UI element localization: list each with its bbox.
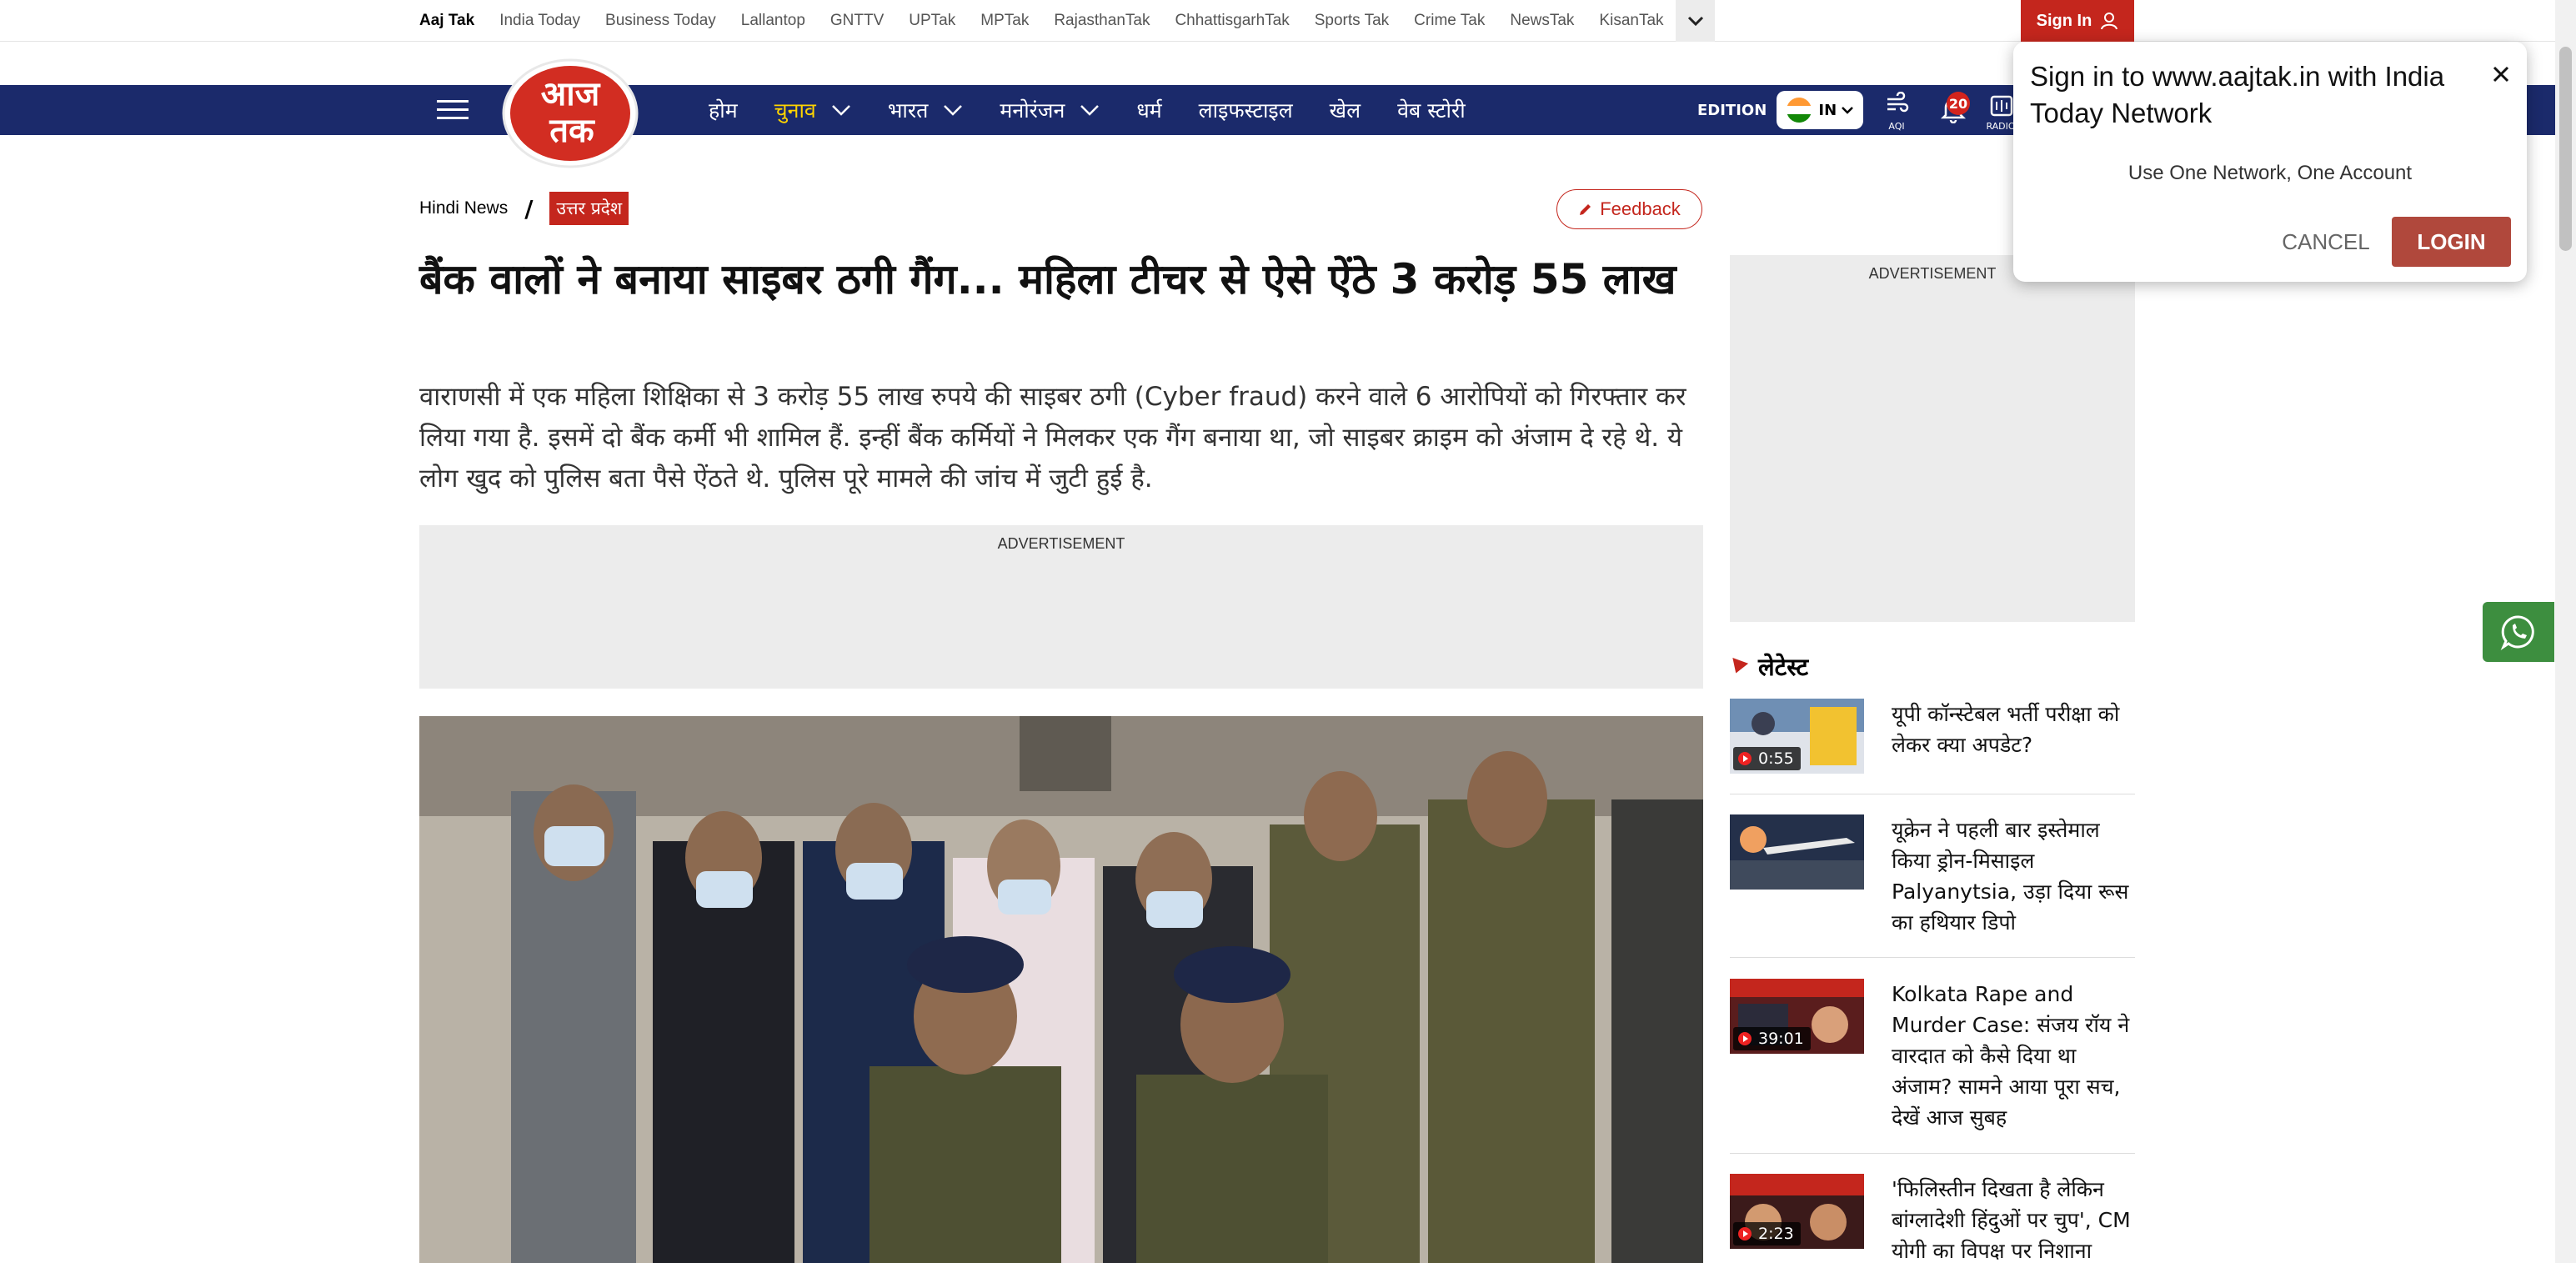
network-link[interactable]: Aaj Tak xyxy=(419,12,474,30)
network-link[interactable]: MPTak xyxy=(980,12,1029,30)
hamburger-menu-icon[interactable] xyxy=(437,100,469,120)
popup-subtitle: Use One Network, One Account xyxy=(2127,162,2413,184)
breadcrumb: Hindi News / उत्तर प्रदेश xyxy=(419,188,629,229)
chevron-down-icon xyxy=(1080,105,1100,116)
network-link[interactable]: ChhattisgarhTak xyxy=(1175,12,1289,30)
sign-in-button[interactable]: Sign In xyxy=(2021,0,2134,42)
network-link[interactable]: KisanTak xyxy=(1599,12,1663,30)
nav-item-entertainment[interactable]: मनोरंजन xyxy=(1000,96,1100,124)
news-thumbnail[interactable] xyxy=(1730,814,1864,890)
latest-section-title: लेटेस्ट xyxy=(1727,650,1809,683)
network-link[interactable]: RajasthanTak xyxy=(1054,12,1150,30)
latest-news-item[interactable]: 0:55 यूपी कॉन्स्टेबल भर्ती परीक्षा को ले… xyxy=(1730,699,2135,794)
radio-icon xyxy=(1990,95,2013,117)
latest-news-item[interactable]: 2:23 'फिलिस्तीन दिखता है लेकिन बांग्लादे… xyxy=(1730,1174,2135,1263)
close-icon[interactable] xyxy=(2488,62,2513,87)
breadcrumb-separator: / xyxy=(524,194,534,223)
news-title[interactable]: 'फिलिस्तीन दिखता है लेकिन बांग्लादेशी हि… xyxy=(1892,1174,2137,1263)
page-scrollbar[interactable] xyxy=(2555,0,2576,1263)
nav-item-sports[interactable]: खेल xyxy=(1330,96,1361,124)
network-link[interactable]: Sports Tak xyxy=(1315,12,1389,30)
video-duration-badge: 39:01 xyxy=(1733,1027,1811,1050)
aqi-icon xyxy=(1887,91,1909,113)
play-icon xyxy=(1738,1032,1752,1045)
article-summary: वाराणसी में एक महिला शिक्षिका से 3 करोड़… xyxy=(419,382,1686,494)
aqi-label: AQI xyxy=(1888,121,1905,132)
svg-text:तक: तक xyxy=(549,112,595,150)
news-title[interactable]: Kolkata Rape and Murder Case: संजय रॉय न… xyxy=(1892,979,2137,1133)
news-title[interactable]: यूपी कॉन्स्टेबल भर्ती परीक्षा को लेकर क्… xyxy=(1892,699,2137,760)
whatsapp-share-button[interactable] xyxy=(2483,602,2554,662)
cancel-button[interactable]: CANCEL xyxy=(2272,217,2380,267)
network-link[interactable]: Crime Tak xyxy=(1414,12,1485,30)
edition-value: IN xyxy=(1818,101,1837,119)
nav-item-elections[interactable]: चुनाव xyxy=(774,96,851,124)
network-link[interactable]: NewsTak xyxy=(1510,12,1574,30)
notification-count-badge: 20 xyxy=(1947,92,1970,115)
advertisement-slot[interactable]: ADVERTISEMENT xyxy=(419,525,1703,689)
network-link[interactable]: India Today xyxy=(499,12,580,30)
network-link[interactable]: Business Today xyxy=(605,12,716,30)
nav-items: होम चुनाव भारत मनोरंजन धर्म लाइफस्टाइल ख… xyxy=(709,85,1502,135)
section-marker-icon xyxy=(1727,657,1749,676)
nav-item-lifestyle[interactable]: लाइफस्टाइल xyxy=(1199,96,1293,124)
sidebar-advertisement-slot[interactable]: ADVERTISEMENT xyxy=(1730,255,2135,622)
login-button[interactable]: LOGIN xyxy=(2392,217,2511,267)
popup-title: Sign in to www.aajtak.in with India Toda… xyxy=(2030,61,2445,128)
latest-news-item[interactable]: यूक्रेन ने पहली बार इस्तेमाल किया ड्रोन-… xyxy=(1730,814,2135,958)
play-icon xyxy=(1738,752,1752,765)
chevron-down-icon xyxy=(831,105,850,116)
advertisement-label: ADVERTISEMENT xyxy=(1868,265,1997,282)
radio-label: RADIO xyxy=(1986,121,2016,132)
nav-item-home[interactable]: होम xyxy=(709,96,738,124)
edition-dropdown[interactable]: IN xyxy=(1777,91,1864,129)
more-networks-button[interactable] xyxy=(1676,0,1715,42)
edition-label: EDITION xyxy=(1697,101,1767,119)
news-thumbnail[interactable]: 39:01 xyxy=(1730,979,1864,1054)
news-title[interactable]: यूक्रेन ने पहली बार इस्तेमाल किया ड्रोन-… xyxy=(1892,814,2137,938)
breadcrumb-category-link[interactable]: उत्तर प्रदेश xyxy=(549,192,629,225)
sign-in-label: Sign In xyxy=(2036,11,2092,30)
chevron-down-icon xyxy=(944,105,963,116)
latest-title-text: लेटेस्ट xyxy=(1758,653,1809,681)
article-headline: बैंक वालों ने बनाया साइबर ठगी गैंग... मह… xyxy=(419,255,1676,303)
network-link[interactable]: Lallantop xyxy=(741,12,805,30)
user-icon xyxy=(2101,13,2118,30)
advertisement-label: ADVERTISEMENT xyxy=(997,535,1125,552)
nav-item-web-story[interactable]: वेब स्टोरी xyxy=(1397,96,1466,124)
article-photo xyxy=(419,716,1703,1263)
radio-button[interactable]: RADIO xyxy=(1984,90,2017,132)
news-thumbnail[interactable]: 2:23 xyxy=(1730,1174,1864,1249)
aqi-button[interactable]: AQI xyxy=(1876,90,1917,132)
latest-news-item[interactable]: 39:01 Kolkata Rape and Murder Case: संजय… xyxy=(1730,979,2135,1154)
network-link[interactable]: UPTak xyxy=(909,12,955,30)
nav-item-religion[interactable]: धर्म xyxy=(1136,96,1161,124)
scrollbar-thumb[interactable] xyxy=(2559,47,2572,251)
feedback-label: Feedback xyxy=(1600,198,1681,219)
breadcrumb-home-link[interactable]: Hindi News xyxy=(419,198,508,218)
chevron-down-icon xyxy=(1842,107,1854,114)
network-links: Aaj Tak India Today Business Today Lalla… xyxy=(419,0,1689,42)
aajtak-logo[interactable]: आज तक xyxy=(499,55,642,168)
video-duration-badge: 0:55 xyxy=(1733,747,1801,770)
whatsapp-icon xyxy=(2500,615,2534,650)
network-link[interactable]: GNTTV xyxy=(830,12,884,30)
edition-selector: EDITION IN xyxy=(1697,85,1864,135)
nav-item-india[interactable]: भारत xyxy=(888,96,964,124)
chevron-down-icon xyxy=(1687,16,1703,27)
pencil-icon xyxy=(1580,204,1591,215)
feedback-button[interactable]: Feedback xyxy=(1556,189,1702,229)
svg-text:आज: आज xyxy=(541,75,601,113)
news-thumbnail[interactable]: 0:55 xyxy=(1730,699,1864,774)
india-flag-icon xyxy=(1787,98,1812,123)
network-bar: Aaj Tak India Today Business Today Lalla… xyxy=(0,0,2576,42)
sign-in-popup: Sign in to www.aajtak.in with India Toda… xyxy=(2013,42,2527,282)
video-duration-badge: 2:23 xyxy=(1733,1222,1801,1245)
play-icon xyxy=(1738,1227,1752,1240)
